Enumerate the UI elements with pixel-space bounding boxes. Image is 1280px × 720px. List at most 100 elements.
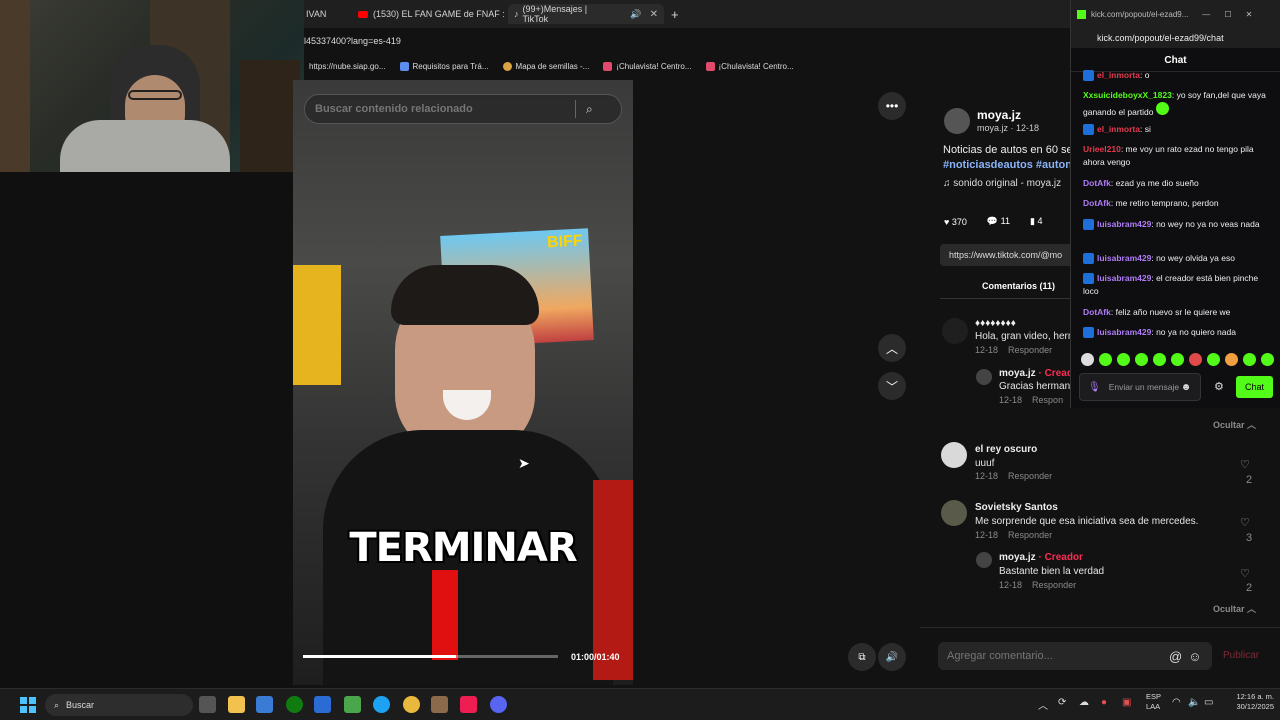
next-video-button[interactable]: ﹀ <box>878 372 906 400</box>
bookmark-1[interactable]: https://nube.siap.go... <box>309 62 386 71</box>
microphone-icon[interactable]: 🎙 <box>1088 382 1101 393</box>
like-comment-icon[interactable]: ♡ <box>1240 458 1250 471</box>
reply-button[interactable]: Responder <box>1008 530 1052 540</box>
like-comment-icon[interactable]: ♡ <box>1240 516 1250 529</box>
tab-2[interactable]: (1530) EL FAN GAME de FNAF : ✕ <box>352 4 527 24</box>
microphone-icon[interactable]: ● <box>1101 697 1107 708</box>
kick-url-bar[interactable]: kick.com/popout/el-ezad99/chat <box>1071 28 1280 48</box>
creator-avatar[interactable] <box>976 552 992 568</box>
tab-comments[interactable]: Comentarios (11) <box>982 281 1055 291</box>
emote-icon[interactable] <box>1117 353 1130 366</box>
post-hashtags[interactable]: #noticiasdeautos #autonc <box>943 159 1078 171</box>
chat-input-box[interactable]: 🎙 Enviar un mensaje ☻ <box>1079 373 1201 401</box>
chat-input[interactable]: Enviar un mensaje <box>1109 382 1181 392</box>
reply-button[interactable]: Responder <box>1008 471 1052 481</box>
sound-row[interactable]: ♫ sonido original - moya.jz <box>943 178 1061 189</box>
task-view-icon[interactable] <box>199 696 216 713</box>
save-button[interactable]: ▮ 4 <box>1030 216 1042 227</box>
minecraft-icon[interactable] <box>344 696 361 713</box>
emote-icon[interactable] <box>1207 353 1220 366</box>
tab-3-active[interactable]: ♪ (99+)Mensajes | TikTok 🔊 ✕ <box>508 4 664 24</box>
volume-icon[interactable]: 🔈 <box>1188 697 1200 708</box>
hide-replies-button[interactable]: Ocultar ︿ <box>1213 418 1256 431</box>
volume-icon[interactable]: 🔊 <box>878 643 906 671</box>
chat-username[interactable]: XxsuicideboyxX_1823 <box>1083 90 1172 100</box>
comment-button[interactable]: 💬 11 <box>987 216 1010 227</box>
chat-username[interactable]: Urieel210 <box>1083 144 1121 154</box>
chevron-up-icon[interactable]: ︿ <box>1038 697 1048 712</box>
commenter-avatar[interactable] <box>941 442 967 468</box>
bookmark-4[interactable]: ¡Chulavista! Centro... <box>603 61 692 71</box>
hide-replies-button[interactable]: Ocultar ︿ <box>1213 602 1256 615</box>
language-indicator[interactable]: ESP LAA <box>1146 692 1161 712</box>
wifi-icon[interactable]: ◠ <box>1172 697 1181 708</box>
tab-1[interactable]: IVAN <box>300 4 332 24</box>
like-button[interactable]: ♥ 370 <box>944 217 967 227</box>
chat-username[interactable]: DotAfk <box>1083 198 1111 208</box>
search-input[interactable] <box>305 103 575 115</box>
commenter-name[interactable]: el rey oscuro <box>975 444 1037 455</box>
chat-send-button[interactable]: Chat <box>1236 376 1273 398</box>
emoji-icon[interactable]: ☺ <box>1188 649 1201 664</box>
previous-video-button[interactable]: ︿ <box>878 334 906 362</box>
copy-link-field[interactable]: https://www.tiktok.com/@mo <box>940 244 1080 266</box>
chat-username[interactable]: DotAfk <box>1083 178 1111 188</box>
emote-icon[interactable] <box>1189 353 1202 366</box>
emote-icon[interactable] <box>1081 353 1094 366</box>
chat-username[interactable]: el_inmorta <box>1097 70 1140 80</box>
word-icon[interactable] <box>314 696 331 713</box>
settings-gear-icon[interactable]: ⚙ <box>1214 380 1224 393</box>
record-icon[interactable]: ▣ <box>1122 697 1131 708</box>
comment-input-box[interactable]: @ ☺ <box>938 642 1212 670</box>
emoji-icon[interactable]: ☻ <box>1181 382 1192 393</box>
maximize-icon[interactable]: ☐ <box>1224 10 1231 19</box>
edge-icon[interactable] <box>373 696 390 713</box>
progress-track[interactable] <box>303 655 558 658</box>
tiktok-icon[interactable] <box>460 696 477 713</box>
video-player[interactable]: BIFF TERMINAR ➤ 01:00/01:40 <box>293 80 633 685</box>
battery-icon[interactable]: ▭ <box>1204 697 1213 708</box>
reply-button[interactable]: Responder <box>1032 580 1076 590</box>
reply-button[interactable]: Responder <box>1008 345 1052 355</box>
chat-username[interactable]: luisabram429 <box>1097 327 1151 337</box>
discord-icon[interactable] <box>490 696 507 713</box>
chat-username[interactable]: luisabram429 <box>1097 273 1151 283</box>
commenter-name[interactable]: Sovietsky Santos <box>975 502 1058 513</box>
search-bar[interactable]: ⌕ <box>304 94 622 124</box>
more-options-icon[interactable]: ••• <box>878 92 906 120</box>
commenter-avatar[interactable] <box>942 318 968 344</box>
emote-icon[interactable] <box>1171 353 1184 366</box>
chrome-icon[interactable] <box>403 696 420 713</box>
creator-avatar[interactable] <box>976 369 992 385</box>
mention-icon[interactable]: @ <box>1169 649 1182 664</box>
chat-username[interactable]: luisabram429 <box>1097 219 1151 229</box>
address-bar[interactable]: l45337400?lang=es-419 <box>304 30 1070 52</box>
xbox-icon[interactable] <box>286 696 303 713</box>
emote-icon[interactable] <box>1099 353 1112 366</box>
search-icon[interactable]: ⌕ <box>586 102 593 117</box>
reply-button[interactable]: Respon <box>1032 395 1063 405</box>
comment-input[interactable] <box>938 650 1163 662</box>
chat-username[interactable]: luisabram429 <box>1097 253 1151 263</box>
commenter-name[interactable]: ♦♦♦♦♦♦♦♦ <box>975 318 1016 329</box>
chat-username[interactable]: DotAfk <box>1083 307 1111 317</box>
app-icon[interactable] <box>431 696 448 713</box>
floating-player-icon[interactable]: ⧉ <box>848 643 876 671</box>
reply-author[interactable]: moya.jz · Creador <box>999 552 1083 563</box>
bookmark-3[interactable]: Mapa de semillas -... <box>502 61 589 71</box>
windows-start-icon[interactable] <box>20 697 36 713</box>
taskbar-search[interactable]: ⌕ Buscar <box>45 694 193 716</box>
clock[interactable]: 12:16 a. m. 30/12/2025 <box>1226 692 1274 712</box>
bookmark-5[interactable]: ¡Chulavista! Centro... <box>705 61 794 71</box>
like-comment-icon[interactable]: ♡ <box>1240 567 1250 580</box>
close-icon[interactable]: ✕ <box>1246 10 1253 19</box>
minimize-icon[interactable]: — <box>1202 10 1210 19</box>
store-icon[interactable] <box>256 696 273 713</box>
emote-icon[interactable] <box>1243 353 1256 366</box>
cloud-icon[interactable]: ☁ <box>1079 697 1089 708</box>
close-tab-icon[interactable]: ✕ <box>650 9 658 20</box>
author-name[interactable]: moya.jz <box>977 108 1021 122</box>
commenter-avatar[interactable] <box>941 500 967 526</box>
sync-icon[interactable]: ⟳ <box>1058 697 1066 708</box>
emote-icon[interactable] <box>1261 353 1274 366</box>
